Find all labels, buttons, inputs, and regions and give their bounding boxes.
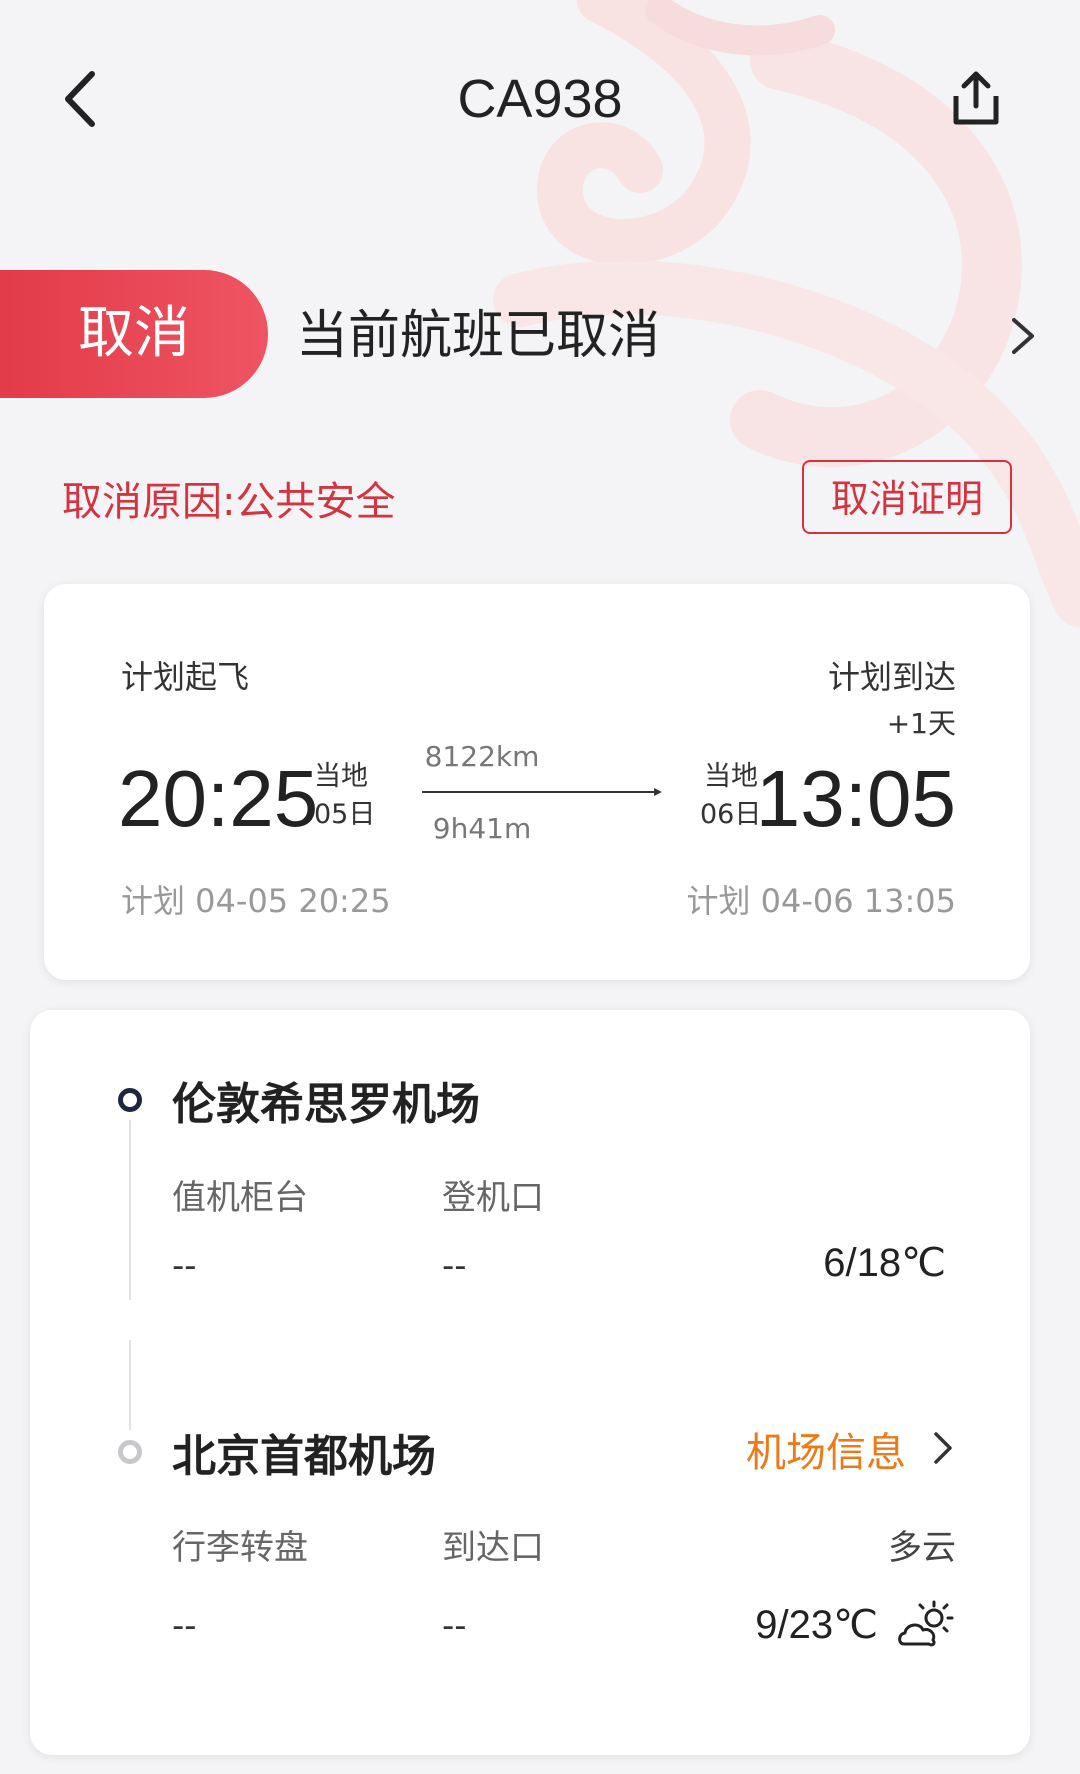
departure-scheduled: 计划 04-05 20:25 <box>121 882 391 920</box>
baggage-carousel-label: 行李转盘 <box>172 1528 308 1568</box>
arrival-airport-name: 北京首都机场 <box>172 1431 436 1482</box>
airport-info-card: 伦敦希思罗机场 值机柜台 登机口 -- -- 6/18℃ 北京首都机场 机场信息… <box>30 1010 1030 1755</box>
departure-local-label: 当地 <box>314 761 368 792</box>
arrival-exit-label: 到达口 <box>442 1528 544 1568</box>
arrival-time: 13:05 <box>755 754 956 843</box>
arrival-scheduled: 计划 04-06 13:05 <box>686 882 956 920</box>
timeline-line <box>129 1120 131 1300</box>
timeline-line <box>129 1340 131 1430</box>
departure-plan-label: 计划起飞 <box>121 658 250 696</box>
share-icon[interactable] <box>948 68 1004 128</box>
checkin-counter-label: 值机柜台 <box>172 1178 308 1218</box>
flight-time-card: 计划起飞 计划到达 +1天 20:25 当地 05日 8122km 9h41m … <box>44 584 1030 980</box>
arrival-plan-label: 计划到达 <box>827 658 956 696</box>
flight-distance: 8122km <box>424 740 540 773</box>
cancel-reason: 取消原因:公共安全 <box>62 479 396 525</box>
baggage-carousel-value: -- <box>172 1606 197 1646</box>
status-message[interactable]: 当前航班已取消 <box>296 300 660 372</box>
cancel-certificate-button[interactable]: 取消证明 <box>802 460 1012 534</box>
page-title: CA938 <box>457 69 623 129</box>
departure-dot <box>118 1088 142 1112</box>
gate-value: -- <box>442 1246 467 1286</box>
arrival-local-label: 当地 <box>704 761 758 792</box>
route-arrow-icon <box>422 788 662 796</box>
chevron-right-icon[interactable] <box>930 1428 956 1468</box>
chevron-left-icon[interactable] <box>52 64 112 134</box>
plus-day-badge: +1天 <box>886 707 956 740</box>
weather-text: 多云 <box>888 1528 956 1568</box>
status-badge: 取消 <box>0 270 268 398</box>
arrival-exit-value: -- <box>442 1606 467 1646</box>
checkin-counter-value: -- <box>172 1246 197 1286</box>
airport-info-link[interactable]: 机场信息 <box>746 1420 906 1478</box>
arrival-day: 06日 <box>700 799 762 830</box>
header: CA938 <box>0 0 1080 200</box>
gate-label: 登机口 <box>442 1178 544 1218</box>
flight-duration: 9h41m <box>432 812 532 845</box>
departure-day: 05日 <box>314 799 376 830</box>
arrival-dot <box>118 1440 142 1464</box>
departure-time: 20:25 <box>118 754 319 843</box>
partly-cloudy-icon <box>898 1600 954 1647</box>
chevron-right-icon[interactable] <box>1006 314 1040 358</box>
departure-airport-name: 伦敦希思罗机场 <box>172 1079 480 1130</box>
departure-temperature: 6/18℃ <box>823 1241 946 1285</box>
arrival-temperature: 9/23℃ <box>755 1603 878 1647</box>
